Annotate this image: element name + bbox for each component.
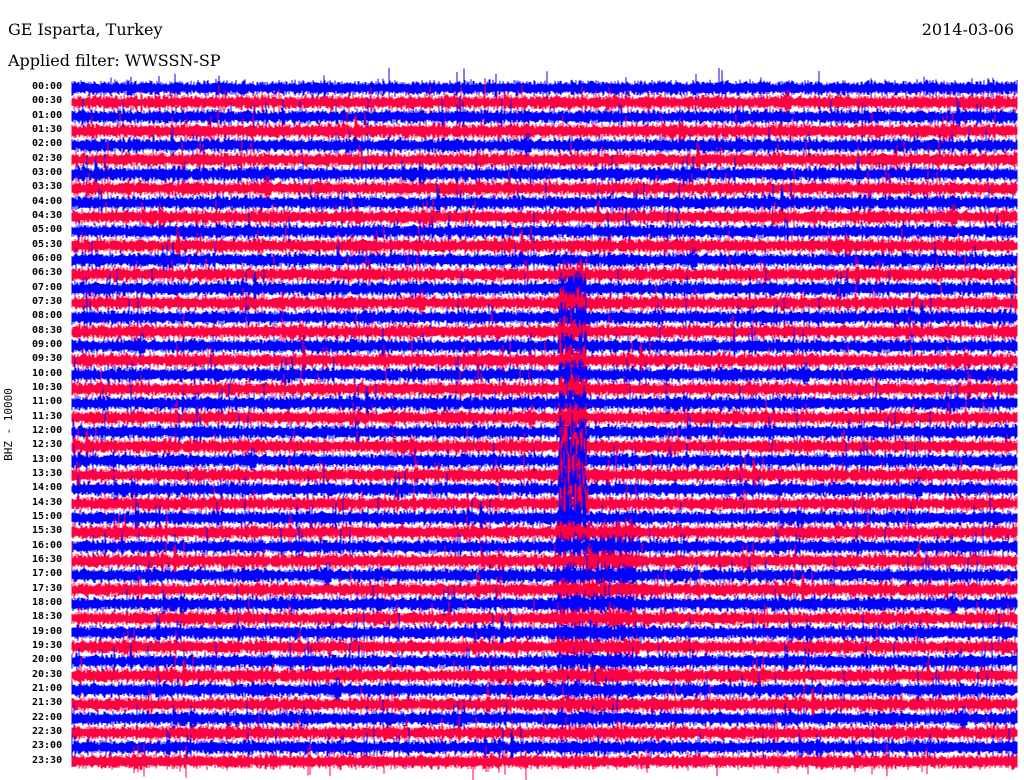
helicorder-plot	[71, 68, 1018, 780]
